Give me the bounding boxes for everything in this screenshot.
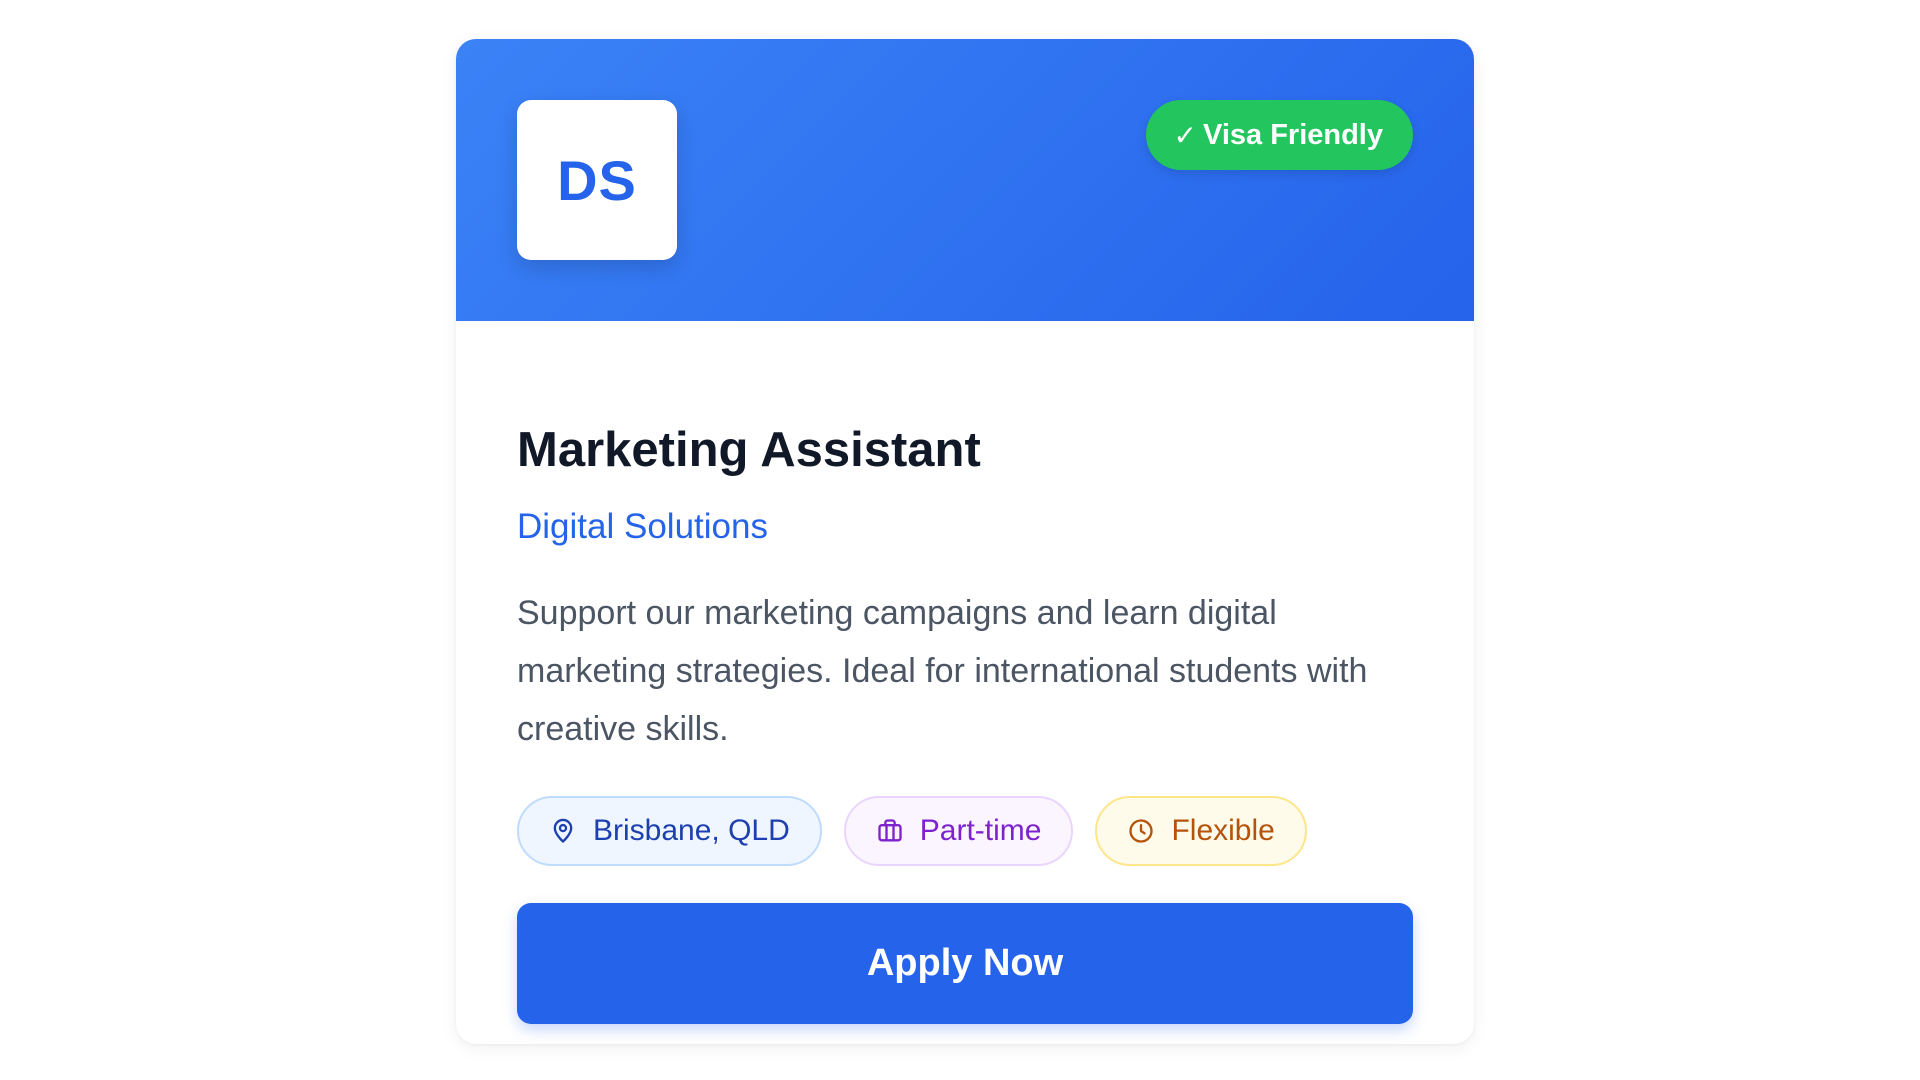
- tag-job-type: Part-time: [843, 796, 1074, 866]
- checkmark-icon: ✓: [1173, 118, 1197, 152]
- visa-badge-label: Visa Friendly: [1203, 118, 1383, 151]
- company-logo-initials: DS: [557, 148, 637, 212]
- job-description: Support our marketing campaigns and lear…: [517, 594, 1368, 748]
- clock-icon: [1127, 817, 1155, 845]
- tag-hours: Flexible: [1095, 796, 1307, 866]
- tag-location-label: Brisbane, QLD: [593, 814, 790, 847]
- company-name: Digital Solutions: [517, 507, 768, 546]
- company-logo: DS: [517, 100, 677, 260]
- job-tags: Brisbane, QLD Part-time Flexible: [517, 796, 1307, 866]
- tag-hours-label: Flexible: [1171, 814, 1275, 847]
- tag-job-type-label: Part-time: [919, 814, 1042, 847]
- tag-location: Brisbane, QLD: [517, 796, 822, 866]
- briefcase-icon: [876, 817, 904, 845]
- apply-now-button[interactable]: Apply Now: [517, 903, 1413, 1024]
- job-title: Marketing Assistant: [517, 423, 981, 477]
- visa-friendly-badge: ✓ Visa Friendly: [1145, 100, 1413, 170]
- job-card: DS ✓ Visa Friendly Marketing Assistant D…: [456, 39, 1474, 1044]
- card-header: DS ✓ Visa Friendly: [456, 39, 1474, 321]
- map-pin-icon: [549, 817, 577, 845]
